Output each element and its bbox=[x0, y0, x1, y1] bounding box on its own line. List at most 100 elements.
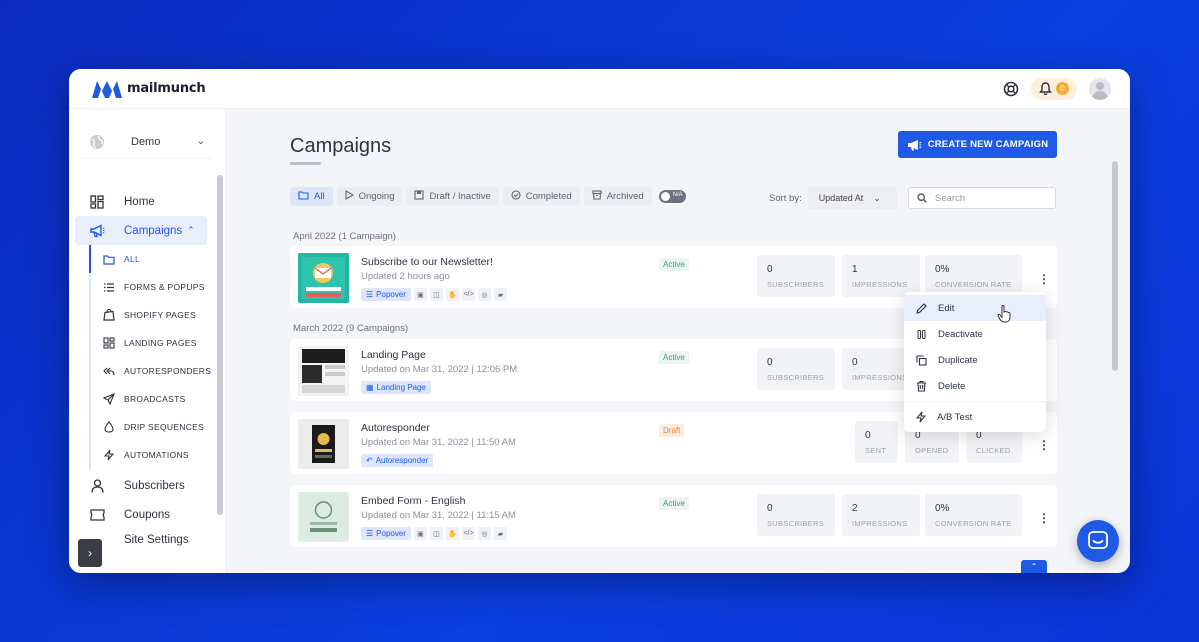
menu-item-ab-test[interactable]: A/B Test bbox=[904, 404, 1046, 430]
campaign-title[interactable]: Landing Page bbox=[361, 349, 426, 361]
stat-label: CONVERSION RATE bbox=[935, 280, 1012, 289]
stat-conversion-rate: 0% CONVERSION RATE bbox=[925, 255, 1022, 297]
pause-icon bbox=[917, 329, 926, 339]
submenu-item-forms-popups[interactable]: FORMS & POPUPS bbox=[91, 273, 207, 301]
stat-label: IMPRESSIONS bbox=[852, 280, 908, 289]
copy-icon bbox=[916, 354, 927, 366]
sidebar-item-campaigns[interactable]: Campaigns ⌃ bbox=[75, 216, 207, 245]
code-icon: </> bbox=[461, 527, 475, 540]
filter-draft-inactive[interactable]: Draft / Inactive bbox=[406, 187, 499, 206]
group-label-march: March 2022 (9 Campaigns) bbox=[293, 323, 409, 334]
submenu-item-landing-pages[interactable]: LANDING PAGES bbox=[91, 329, 207, 357]
more-options-icon[interactable]: ⋮ bbox=[1038, 438, 1050, 452]
submenu-item-shopify-pages[interactable]: SHOPIFY PAGES bbox=[91, 301, 207, 329]
submenu-item-label: ALL bbox=[124, 254, 141, 264]
menu-item-delete[interactable]: Delete bbox=[904, 373, 1046, 399]
main-scrollbar[interactable] bbox=[1112, 161, 1118, 371]
phone-icon: ▰ bbox=[493, 527, 507, 540]
back-to-top-button[interactable]: ⌃ bbox=[1021, 560, 1047, 573]
workspace-selector[interactable]: Demo ⌄ bbox=[81, 125, 211, 159]
submenu-item-label: DRIP SEQUENCES bbox=[124, 422, 205, 432]
sidebar: Demo ⌄ Home Campaigns ⌃ ALL FORMS & POPU… bbox=[69, 109, 226, 573]
status-badge: Active bbox=[659, 497, 689, 510]
stat-value: 0 bbox=[865, 430, 871, 441]
filter-label: Archived bbox=[606, 191, 644, 202]
filter-all[interactable]: All bbox=[290, 187, 333, 206]
user-avatar[interactable] bbox=[1089, 77, 1111, 100]
page-title: Campaigns bbox=[290, 135, 392, 157]
more-options-icon[interactable]: ⋮ bbox=[1038, 511, 1050, 525]
filter-completed[interactable]: Completed bbox=[502, 187, 580, 206]
folder-icon bbox=[103, 253, 115, 265]
stat-impressions: 2 IMPRESSIONS bbox=[842, 494, 920, 536]
exit-icon: ◫ bbox=[429, 288, 443, 301]
create-campaign-label: CREATE NEW CAMPAIGN bbox=[927, 139, 1049, 150]
stat-value: 0 bbox=[767, 357, 773, 368]
submenu-item-label: AUTOMATIONS bbox=[124, 450, 189, 460]
menu-item-label: A/B Test bbox=[937, 411, 973, 423]
toggle-label: N/A bbox=[672, 192, 683, 198]
tag-label: Popover bbox=[376, 290, 406, 299]
chat-icon bbox=[1088, 531, 1108, 549]
sort-select[interactable]: Updated At ⌄ bbox=[807, 187, 897, 209]
create-new-campaign-button[interactable]: CREATE NEW CAMPAIGN bbox=[898, 131, 1057, 158]
campaign-card[interactable]: Embed Form - English Updated on Mar 31, … bbox=[290, 485, 1057, 547]
campaign-title[interactable]: Autoresponder bbox=[361, 422, 430, 434]
sidebar-scrollbar[interactable] bbox=[217, 175, 223, 515]
collapse-sidebar-button[interactable]: › bbox=[78, 539, 102, 567]
submenu-item-drip-sequences[interactable]: DRIP SEQUENCES bbox=[91, 413, 207, 441]
submenu-item-all[interactable]: ALL bbox=[89, 245, 207, 273]
sidebar-item-label: Home bbox=[124, 195, 155, 208]
hand-icon: ✋ bbox=[445, 527, 459, 540]
filter-archived[interactable]: Archived bbox=[583, 187, 652, 206]
menu-item-edit[interactable]: Edit bbox=[904, 295, 1046, 321]
submenu-item-automations[interactable]: AUTOMATIONS bbox=[91, 441, 207, 469]
campaign-tags: ☰ Popover ▣ ◫ ✋ </> ◎ ▰ bbox=[361, 288, 507, 301]
sidebar-item-subscribers[interactable]: Subscribers bbox=[75, 471, 207, 500]
campaign-title[interactable]: Embed Form - English bbox=[361, 495, 465, 507]
brand-logo[interactable]: mailmunch bbox=[91, 79, 206, 99]
search-input[interactable]: Search bbox=[908, 187, 1056, 209]
stat-label: CLICKED bbox=[976, 446, 1011, 455]
submenu-item-label: AUTORESPONDERS bbox=[124, 366, 212, 376]
sidebar-item-home[interactable]: Home bbox=[75, 187, 207, 216]
play-icon bbox=[345, 190, 354, 203]
chevron-up-icon: ⌃ bbox=[1030, 562, 1038, 571]
sidebar-item-label: Coupons bbox=[124, 508, 171, 521]
filter-label: Ongoing bbox=[358, 191, 395, 202]
archive-icon bbox=[592, 190, 602, 203]
bolt-icon bbox=[916, 411, 926, 423]
more-options-icon[interactable]: ⋮ bbox=[1038, 272, 1050, 286]
campaign-title[interactable]: Subscribe to our Newsletter! bbox=[361, 256, 493, 268]
target-icon: ◎ bbox=[477, 288, 491, 301]
campaign-tags: ▦ Landing Page bbox=[361, 381, 431, 394]
stat-subscribers: 0 SUBSCRIBERS bbox=[757, 255, 835, 297]
brand-name: mailmunch bbox=[127, 81, 206, 96]
stat-value: 0 bbox=[767, 503, 773, 514]
sort-label: Sort by: bbox=[769, 192, 802, 204]
notifications-button[interactable]: 0 bbox=[1031, 77, 1077, 100]
stat-conversion-rate: 0% CONVERSION RATE bbox=[925, 494, 1022, 536]
list-icon: ☰ bbox=[366, 290, 374, 299]
campaign-thumbnail bbox=[298, 492, 349, 542]
support-chat-button[interactable] bbox=[1077, 520, 1119, 562]
menu-item-label: Delete bbox=[938, 380, 966, 392]
top-bar: mailmunch 0 bbox=[69, 69, 1130, 109]
filter-ongoing[interactable]: Ongoing bbox=[336, 187, 403, 206]
submenu-item-broadcasts[interactable]: BROADCASTS bbox=[91, 385, 207, 413]
menu-item-duplicate[interactable]: Duplicate bbox=[904, 347, 1046, 373]
layout-icon bbox=[103, 337, 115, 349]
menu-item-deactivate[interactable]: Deactivate bbox=[904, 321, 1046, 347]
campaign-type-tag: ☰ Popover bbox=[361, 288, 411, 301]
chevron-down-icon: ⌄ bbox=[873, 192, 881, 203]
submenu-item-autoresponders[interactable]: AUTORESPONDERS bbox=[91, 357, 211, 385]
drop-icon bbox=[103, 421, 115, 433]
help-lifebuoy-icon[interactable] bbox=[1003, 81, 1019, 97]
campaign-updated: Updated on Mar 31, 2022 | 12:06 PM bbox=[361, 364, 518, 375]
bell-icon bbox=[1039, 81, 1052, 95]
archived-toggle[interactable]: N/A bbox=[658, 190, 686, 203]
status-badge: Active bbox=[659, 258, 689, 271]
sidebar-item-label: Subscribers bbox=[124, 479, 185, 492]
stat-value: 2 bbox=[852, 503, 858, 514]
campaign-tags: ☰ Popover ▣ ◫ ✋ </> ◎ ▰ bbox=[361, 527, 507, 540]
